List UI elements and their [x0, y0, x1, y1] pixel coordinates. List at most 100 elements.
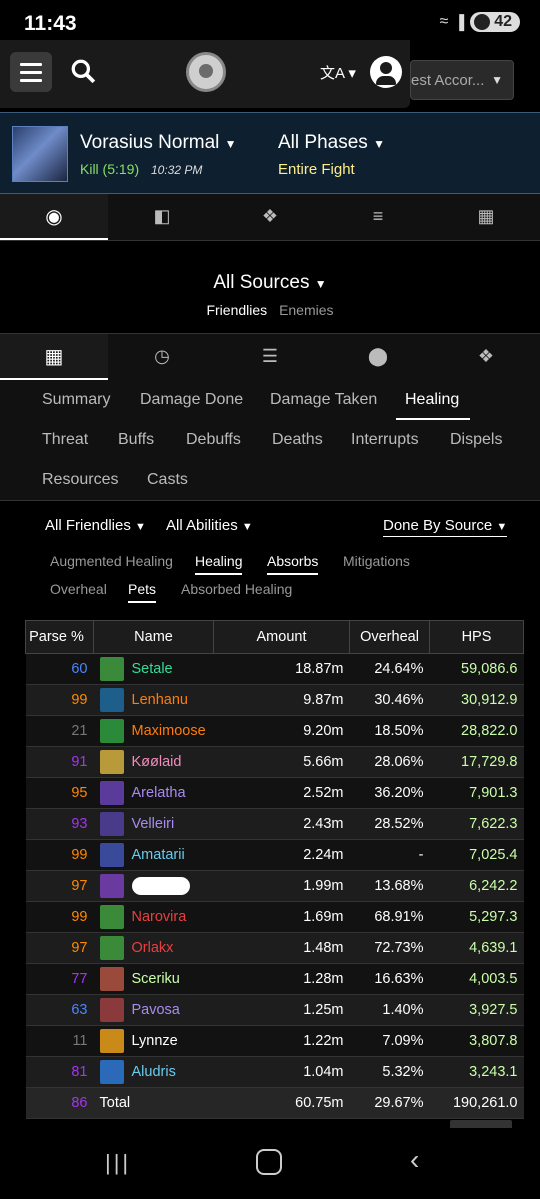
table-row[interactable]: 60 Setale 18.87m 24.64% 59,086.6: [25, 653, 524, 685]
amount-cell: 9.87m: [213, 684, 350, 716]
table-row[interactable]: 11 Lynnze 1.22m 7.09% 3,807.8: [25, 1025, 524, 1057]
option-pets[interactable]: Pets: [128, 581, 157, 603]
tab-resources[interactable]: Resources: [42, 471, 118, 489]
signal-icon: ▐: [454, 14, 465, 30]
hps-cell: 28,822.0: [429, 715, 524, 747]
overheal-cell: 72.73%: [349, 932, 430, 964]
header-overheal[interactable]: Overheal: [349, 620, 430, 654]
option-overheal[interactable]: Overheal: [50, 581, 107, 597]
name-cell[interactable]: Aludris: [93, 1056, 214, 1088]
name-cell[interactable]: Orlakx: [93, 932, 214, 964]
table-row[interactable]: 77 Sceriku 1.28m 16.63% 4,003.5: [25, 963, 524, 995]
name-cell[interactable]: Lenhanu: [93, 684, 214, 716]
tab-buffs[interactable]: Buffs: [118, 431, 154, 449]
back-icon[interactable]: ‹: [410, 1144, 419, 1176]
puzzle-icon[interactable]: ❖: [216, 194, 324, 238]
table-row[interactable]: 63 Pavosa 1.25m 1.40% 3,927.5: [25, 994, 524, 1026]
parse-cell: 86: [25, 1087, 94, 1119]
grid-icon[interactable]: ▦: [0, 334, 108, 380]
compare-icon[interactable]: ◧: [108, 194, 216, 238]
film-icon[interactable]: ▦: [432, 194, 540, 238]
class-spec-icon: [99, 843, 124, 867]
name-cell[interactable]: Setale: [93, 653, 214, 685]
parse-cell: 11: [25, 1025, 94, 1057]
name-cell[interactable]: Sceriku: [93, 963, 214, 995]
amount-cell: 5.66m: [213, 746, 350, 778]
name-cell[interactable]: Køølaid: [93, 746, 214, 778]
tab-damage-done[interactable]: Damage Done: [140, 391, 243, 409]
name-cell[interactable]: Maximoose: [93, 715, 214, 747]
table-row[interactable]: 93 Velleiri 2.43m 28.52% 7,622.3: [25, 808, 524, 840]
tab-casts[interactable]: Casts: [147, 471, 188, 489]
name-cell[interactable]: Amatarii: [93, 839, 214, 871]
search-icon[interactable]: [70, 58, 96, 84]
tab-deaths[interactable]: Deaths: [272, 431, 323, 449]
table-row[interactable]: 99 Lenhanu 9.87m 30.46% 30,912.9: [25, 684, 524, 716]
class-spec-icon: [99, 1029, 124, 1053]
account-avatar-icon[interactable]: [370, 56, 402, 88]
header-hps[interactable]: HPS: [429, 620, 524, 654]
hps-cell: 7,901.3: [429, 777, 524, 809]
option-healing[interactable]: Healing: [195, 553, 243, 575]
tab-threat[interactable]: Threat: [42, 431, 88, 449]
table-row[interactable]: 81 Aludris 1.04m 5.32% 3,243.1: [25, 1056, 524, 1088]
class-spec-icon: [99, 750, 124, 774]
sources-select[interactable]: All Sources ▼: [0, 272, 540, 294]
site-logo[interactable]: [186, 52, 226, 92]
header-parse[interactable]: Parse %: [25, 620, 94, 654]
location-pin-icon[interactable]: ⬤: [324, 334, 432, 378]
widgets-icon[interactable]: ❖: [432, 334, 540, 378]
class-spec-icon: [99, 905, 124, 929]
table-row[interactable]: 97 1.99m 13.68% 6,242.2: [25, 870, 524, 902]
phase-select[interactable]: All Phases ▼: [278, 132, 385, 154]
tab-healing[interactable]: Healing: [405, 391, 459, 409]
table-row[interactable]: 99 Narovira 1.69m 68.91% 5,297.3: [25, 901, 524, 933]
friendlies-link[interactable]: Friendlies: [206, 302, 267, 318]
name-cell[interactable]: Velleiri: [93, 808, 214, 840]
hps-cell: 7,025.4: [429, 839, 524, 871]
amount-cell: 60.75m: [213, 1087, 350, 1119]
name-cell[interactable]: Lynnze: [93, 1025, 214, 1057]
name-cell[interactable]: [93, 870, 214, 902]
total-row: 86 Total 60.75m 29.67% 190,261.0: [25, 1087, 524, 1119]
option-augmented-healing[interactable]: Augmented Healing: [50, 553, 173, 569]
overheal-cell: 36.20%: [349, 777, 430, 809]
menu-icon[interactable]: [10, 52, 52, 92]
table-row[interactable]: 99 Amatarii 2.24m -7,025.4: [25, 839, 524, 871]
sort-icon[interactable]: ≡: [324, 194, 432, 238]
home-icon[interactable]: [256, 1149, 282, 1175]
option-mitigations[interactable]: Mitigations: [343, 553, 410, 569]
boss-select[interactable]: Vorasius Normal ▼: [80, 132, 237, 154]
name-cell[interactable]: Arelatha: [93, 777, 214, 809]
tab-summary[interactable]: Summary: [42, 391, 110, 409]
hps-cell: 4,639.1: [429, 932, 524, 964]
abilities-filter[interactable]: All Abilities ▼: [166, 517, 253, 534]
tab-debuffs[interactable]: Debuffs: [186, 431, 241, 449]
name-cell[interactable]: Pavosa: [93, 994, 214, 1026]
table-row[interactable]: 95 Arelatha 2.52m 36.20% 7,901.3: [25, 777, 524, 809]
recent-apps-icon[interactable]: |||: [105, 1150, 131, 1176]
scroll-button[interactable]: [450, 1120, 512, 1128]
header-amount[interactable]: Amount: [213, 620, 350, 654]
done-by-filter[interactable]: Done By Source ▼: [383, 517, 508, 537]
parse-cell: 97: [25, 932, 94, 964]
clock-icon[interactable]: ◷: [108, 334, 216, 378]
parse-cell: 91: [25, 746, 94, 778]
enemies-link[interactable]: Enemies: [279, 302, 333, 318]
friendlies-filter[interactable]: All Friendlies ▼: [45, 517, 146, 534]
amount-cell: 2.24m: [213, 839, 350, 871]
account-select[interactable]: est Accor... ▼: [410, 60, 514, 100]
option-absorbs[interactable]: Absorbs: [267, 553, 319, 575]
table-row[interactable]: 97 Orlakx 1.48m 72.73% 4,639.1: [25, 932, 524, 964]
tab-dispels[interactable]: Dispels: [450, 431, 502, 449]
option-absorbed-healing[interactable]: Absorbed Healing: [181, 581, 292, 597]
header-name[interactable]: Name: [93, 620, 214, 654]
tab-damage-taken[interactable]: Damage Taken: [270, 391, 377, 409]
eye-icon[interactable]: ◉: [0, 194, 108, 240]
tab-interrupts[interactable]: Interrupts: [351, 431, 419, 449]
name-cell[interactable]: Narovira: [93, 901, 214, 933]
list-icon[interactable]: ☰: [216, 334, 324, 378]
translate-icon[interactable]: 文A ▾: [320, 62, 356, 83]
table-row[interactable]: 91 Køølaid 5.66m 28.06% 17,729.8: [25, 746, 524, 778]
table-row[interactable]: 21 Maximoose 9.20m 18.50% 28,822.0: [25, 715, 524, 747]
